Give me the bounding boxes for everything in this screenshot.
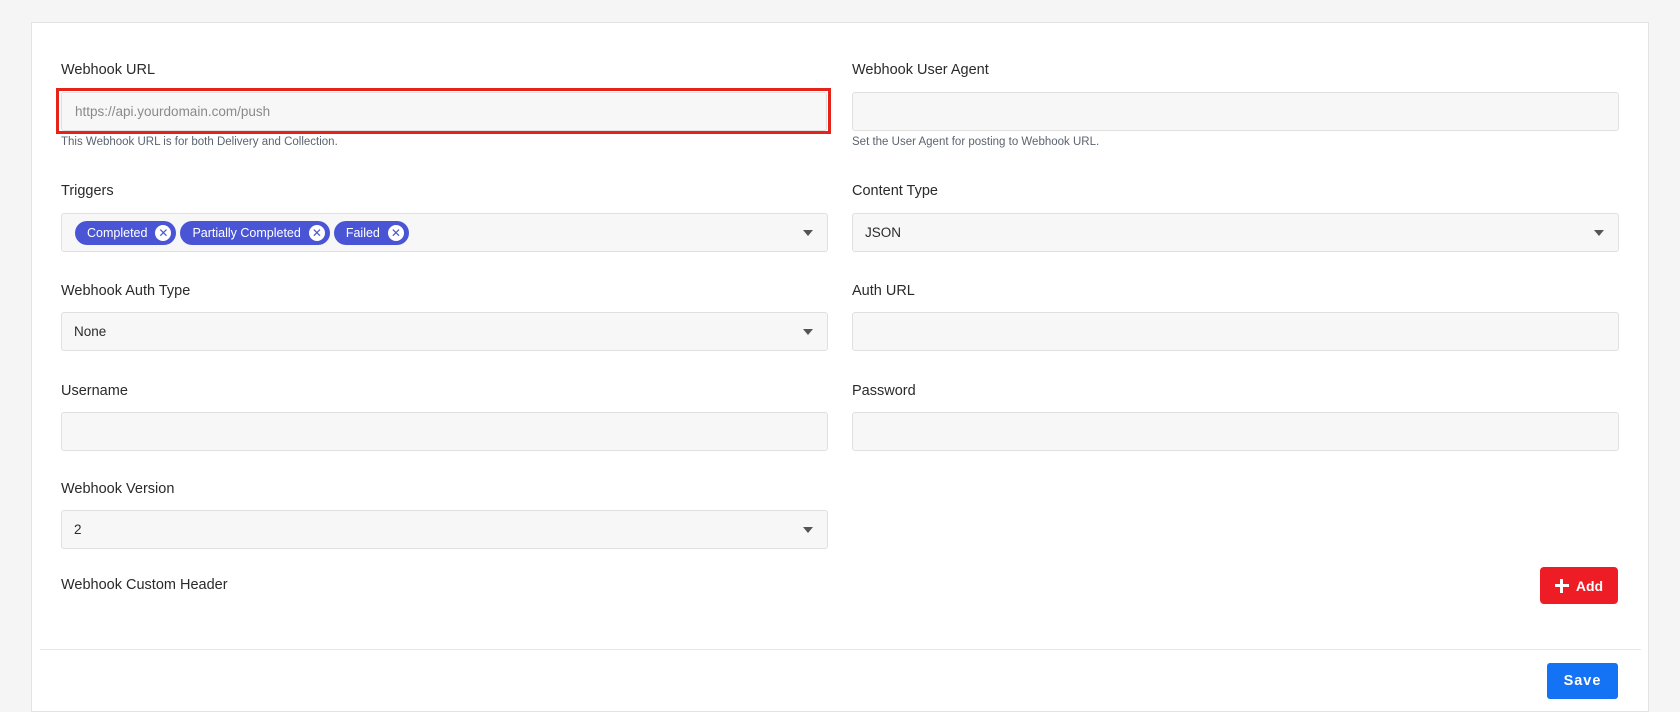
username-input[interactable] [62, 413, 827, 450]
webhook-url-help: This Webhook URL is for both Delivery an… [61, 136, 338, 148]
auth-url-label: Auth URL [852, 283, 915, 299]
password-field[interactable] [852, 412, 1619, 451]
username-field[interactable] [61, 412, 828, 451]
username-label: Username [61, 383, 128, 399]
content-type-value: JSON [865, 225, 902, 240]
triggers-chip-list: Completed ✕ Partially Completed ✕ Failed… [75, 214, 409, 251]
add-header-label: Add [1575, 577, 1604, 594]
webhook-version-label: Webhook Version [61, 481, 175, 497]
webhook-user-agent-label: Webhook User Agent [852, 62, 989, 78]
content-type-label: Content Type [852, 183, 938, 199]
save-button[interactable]: Save [1547, 663, 1618, 699]
trigger-chip-label: Completed [87, 225, 148, 240]
trigger-chip-partially-completed: Partially Completed ✕ [180, 220, 330, 245]
trigger-chip-failed: Failed ✕ [333, 220, 409, 245]
webhook-custom-header-label: Webhook Custom Header [61, 577, 228, 593]
webhook-auth-type-value: None [74, 324, 107, 339]
auth-url-field[interactable] [852, 312, 1619, 351]
webhook-url-input[interactable] [62, 93, 826, 130]
chevron-down-icon[interactable] [803, 229, 813, 236]
remove-chip-icon[interactable]: ✕ [387, 224, 404, 241]
webhook-version-select[interactable]: 2 [61, 510, 828, 549]
trigger-chip-completed: Completed ✕ [75, 220, 177, 245]
trigger-chip-label: Failed [345, 225, 380, 240]
chevron-down-icon[interactable] [803, 328, 813, 335]
remove-chip-icon[interactable]: ✕ [308, 224, 325, 241]
plus-icon [1554, 578, 1569, 593]
password-input[interactable] [853, 413, 1618, 450]
triggers-select[interactable]: Completed ✕ Partially Completed ✕ Failed… [61, 213, 828, 252]
footer-divider [40, 649, 1641, 650]
add-header-button[interactable]: Add [1540, 567, 1618, 604]
webhook-url-field[interactable] [61, 92, 827, 131]
content-type-select[interactable]: JSON [852, 213, 1619, 252]
webhook-version-value: 2 [74, 522, 82, 537]
auth-url-input[interactable] [853, 313, 1618, 350]
remove-chip-icon[interactable]: ✕ [155, 224, 172, 241]
webhook-url-label: Webhook URL [61, 62, 156, 78]
chevron-down-icon[interactable] [1594, 229, 1604, 236]
webhook-auth-type-label: Webhook Auth Type [61, 283, 191, 299]
chevron-down-icon[interactable] [803, 526, 813, 533]
webhook-user-agent-help: Set the User Agent for posting to Webhoo… [852, 136, 1100, 148]
trigger-chip-label: Partially Completed [192, 225, 301, 240]
webhook-auth-type-select[interactable]: None [61, 312, 828, 351]
triggers-label: Triggers [61, 183, 114, 199]
webhook-user-agent-field[interactable] [852, 92, 1619, 131]
password-label: Password [852, 383, 916, 399]
webhook-user-agent-input[interactable] [853, 93, 1618, 130]
